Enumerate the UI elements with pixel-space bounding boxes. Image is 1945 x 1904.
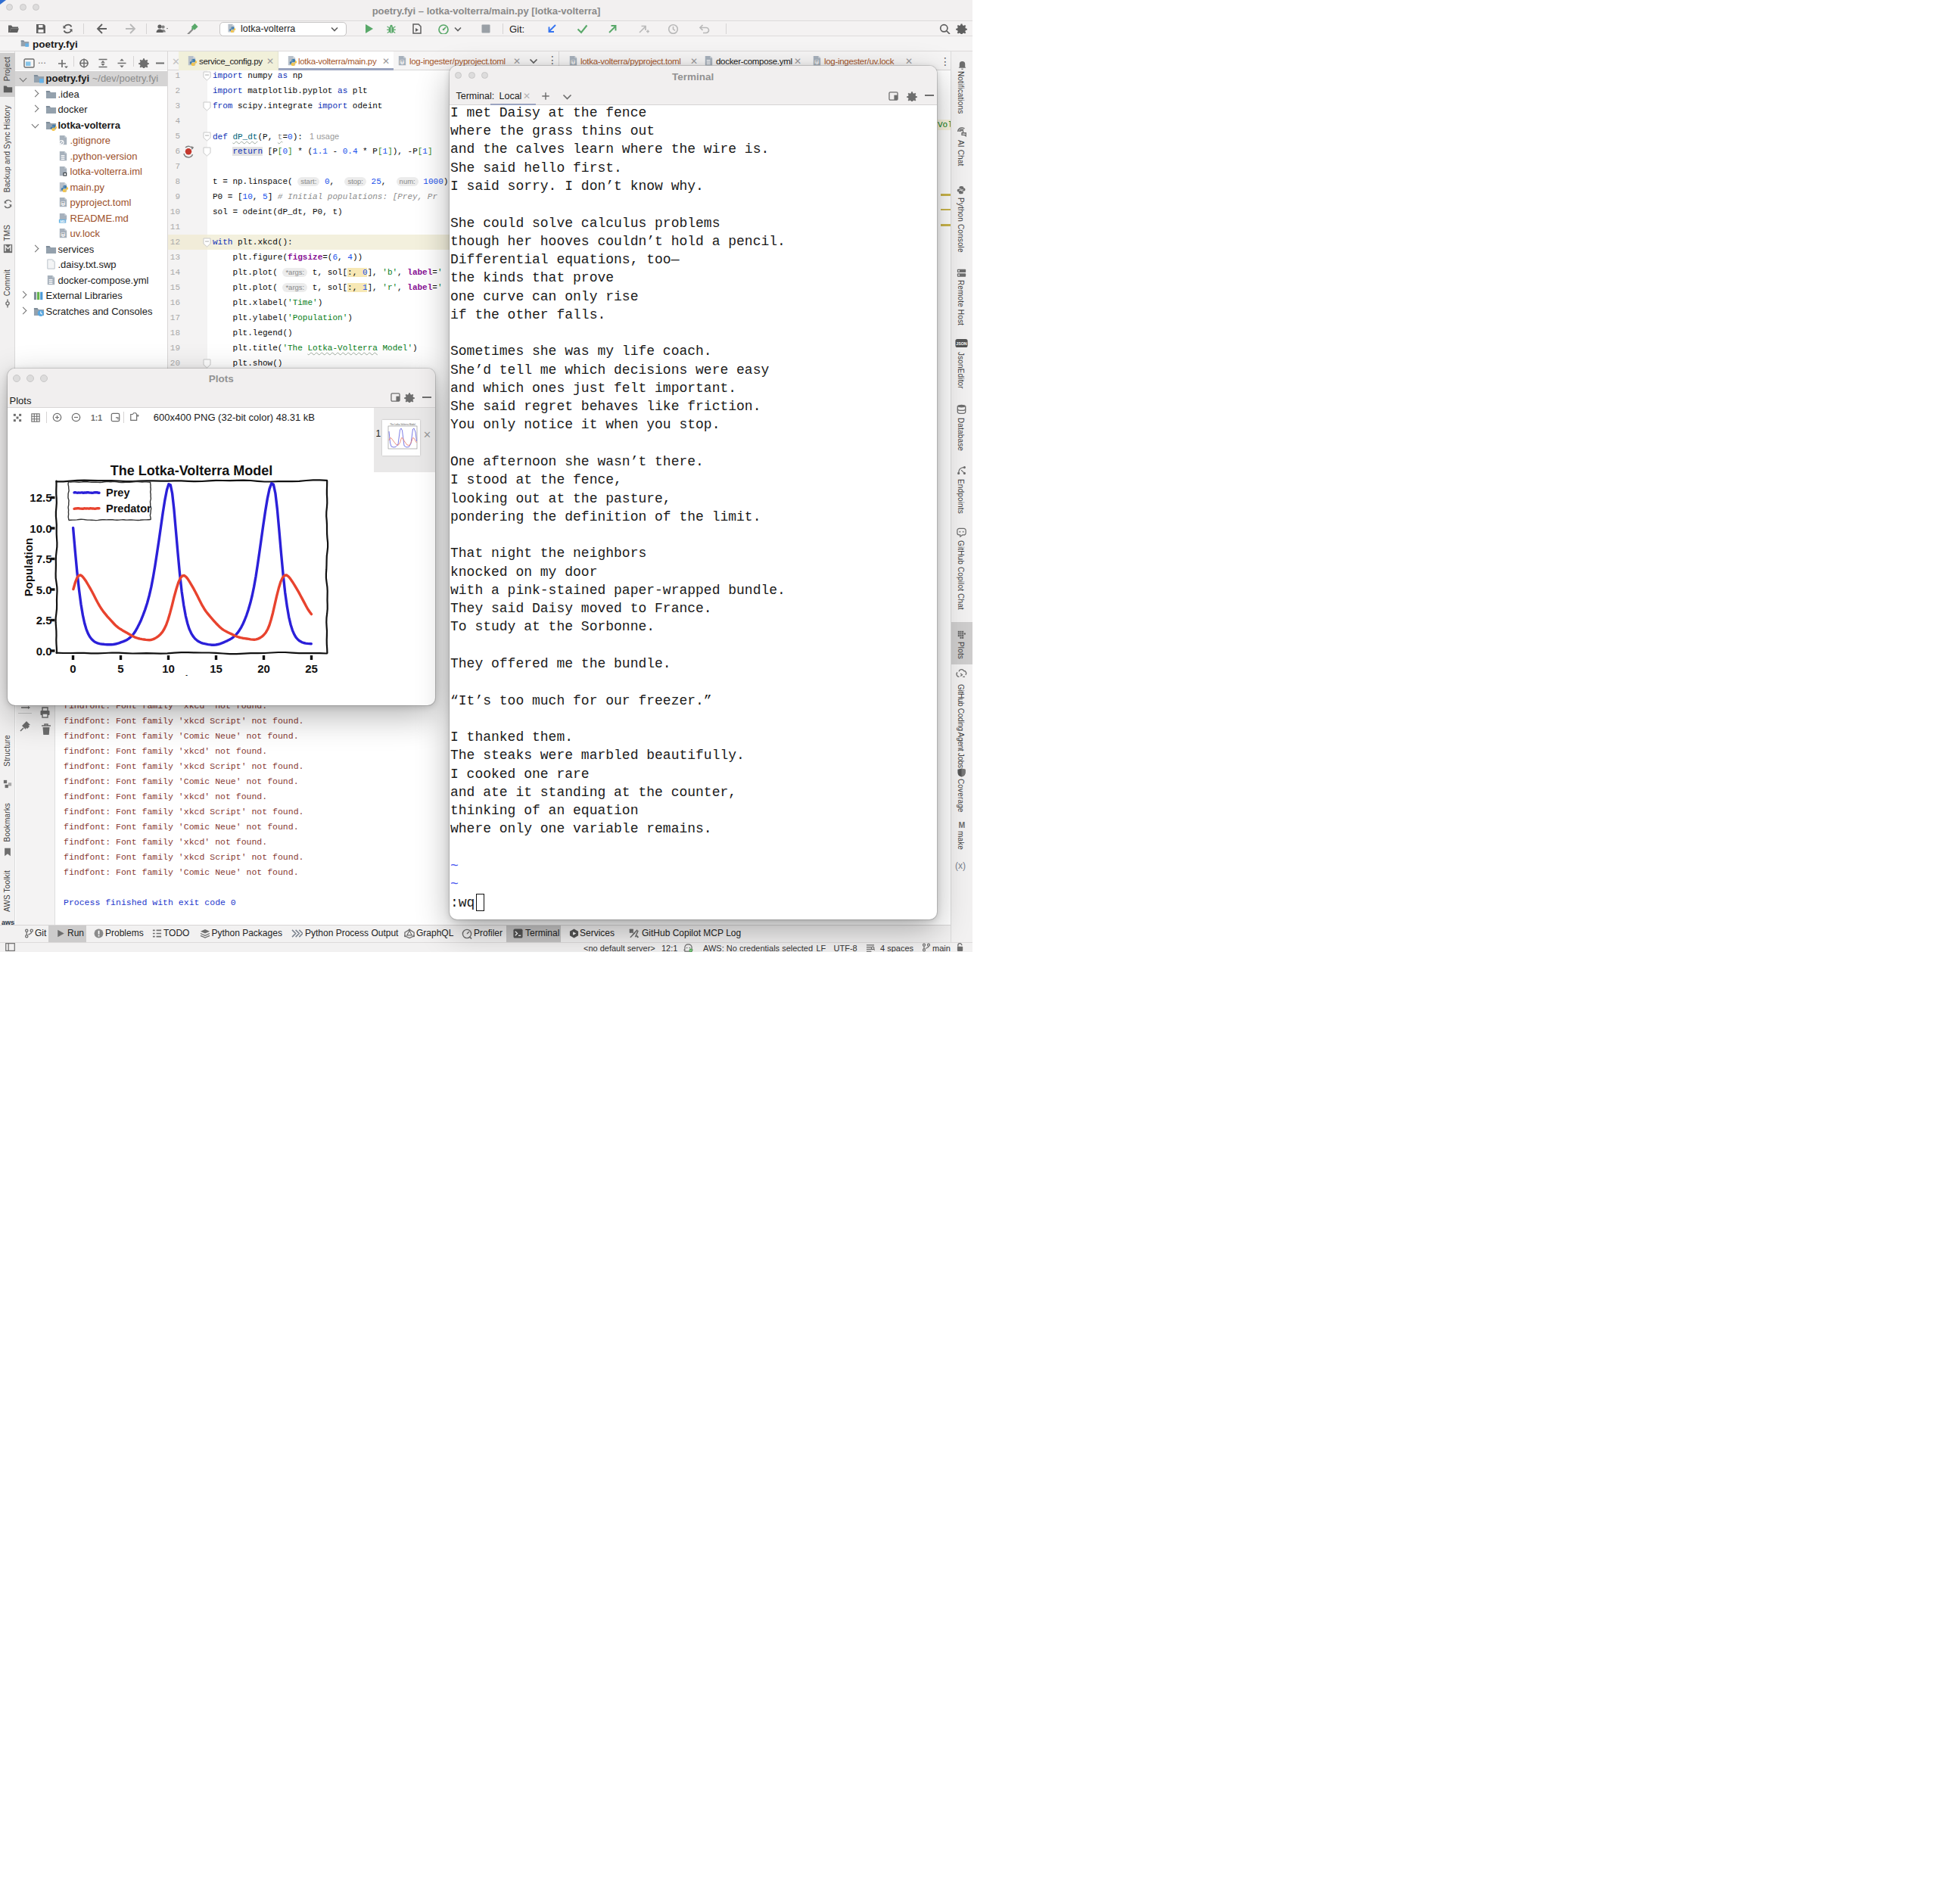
svg-text:JSON: JSON xyxy=(956,341,967,345)
svg-text:The Lotka-Volterra Model: The Lotka-Volterra Model xyxy=(390,423,415,426)
